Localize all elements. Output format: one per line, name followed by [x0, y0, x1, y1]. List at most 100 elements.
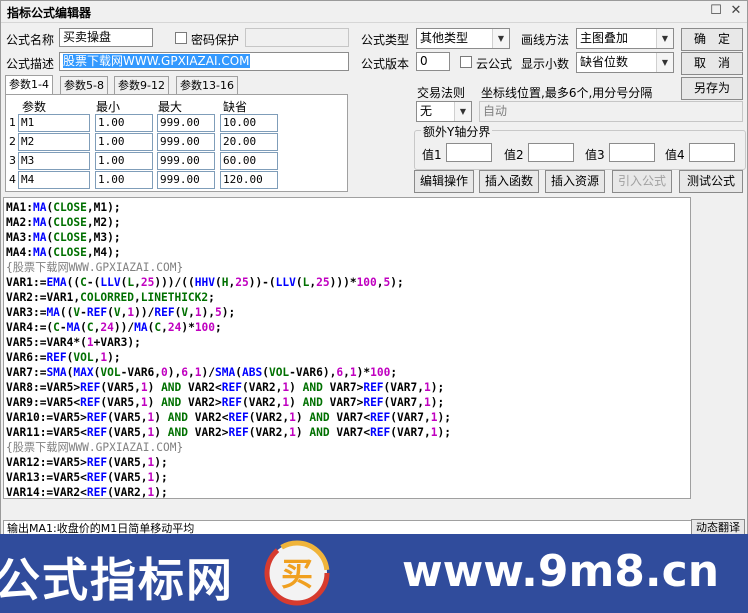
- insert-function-button[interactable]: 插入函数: [479, 170, 539, 193]
- axis-value-2-input[interactable]: [528, 143, 574, 162]
- param-name-input[interactable]: M3: [18, 152, 90, 170]
- code-line: VAR10:=VAR5>REF(VAR5,1) AND VAR2<REF(VAR…: [6, 411, 451, 424]
- chevron-down-icon: ▼: [656, 29, 673, 48]
- ok-button[interactable]: 确 定: [681, 28, 743, 51]
- params-header-default: 缺省: [223, 100, 248, 114]
- param-name-input[interactable]: M4: [18, 171, 90, 189]
- params-header-max: 最大: [158, 100, 183, 114]
- watermark-banner: 公式指标网 买 www.9m8.cn: [0, 534, 748, 613]
- coord-line-input[interactable]: 自动: [479, 101, 743, 122]
- restore-icon[interactable]: ☐: [708, 3, 724, 19]
- formula-desc-label: 公式描述: [6, 57, 55, 71]
- coord-line-label: 坐标线位置,最多6个,用分号分隔: [481, 86, 653, 100]
- code-line: MA3:MA(CLOSE,M3);: [6, 231, 121, 244]
- formula-type-value: 其他类型: [420, 31, 469, 45]
- param-row-number: 3: [9, 154, 16, 167]
- code-line: MA4:MA(CLOSE,M4);: [6, 246, 121, 259]
- cancel-button[interactable]: 取 消: [681, 52, 743, 75]
- param-def-input[interactable]: 60.00: [220, 152, 278, 170]
- formula-type-select[interactable]: 其他类型 ▼: [416, 28, 510, 49]
- tab-params-9-12[interactable]: 参数9-12: [114, 76, 169, 95]
- code-line: {股票下载网WWW.GPXIAZAI.COM}: [6, 441, 184, 454]
- cloud-formula-label: 云公式: [476, 57, 513, 71]
- param-row-number: 1: [9, 116, 16, 129]
- formula-desc-value: 股票下载网WWW.GPXIAZAI.COM: [63, 54, 250, 68]
- param-min-input[interactable]: 1.00: [95, 133, 153, 151]
- code-line: MA2:MA(CLOSE,M2);: [6, 216, 121, 229]
- formula-name-label: 公式名称: [6, 33, 55, 47]
- code-line: MA1:MA(CLOSE,M1);: [6, 201, 121, 214]
- password-checkbox[interactable]: [175, 32, 187, 44]
- axis-value-3-input[interactable]: [609, 143, 655, 162]
- test-formula-button[interactable]: 测试公式: [679, 170, 743, 193]
- param-min-input[interactable]: 1.00: [95, 114, 153, 132]
- param-min-input[interactable]: 1.00: [95, 152, 153, 170]
- formula-type-label: 公式类型: [361, 33, 410, 47]
- code-line: VAR14:=VAR2<REF(VAR2,1);: [6, 486, 168, 499]
- tab-params-5-8[interactable]: 参数5-8: [60, 76, 108, 95]
- param-row-number: 4: [9, 173, 16, 186]
- formula-version-input[interactable]: 0: [416, 52, 450, 71]
- param-min-input[interactable]: 1.00: [95, 171, 153, 189]
- code-line: VAR5:=VAR4*(1+VAR3);: [6, 336, 141, 349]
- axis-value-1-label: 值1: [422, 148, 442, 162]
- code-line: VAR11:=VAR5<REF(VAR5,1) AND VAR2>REF(VAR…: [6, 426, 451, 439]
- site-logo: 买: [264, 540, 330, 606]
- formula-version-label: 公式版本: [361, 57, 410, 71]
- code-line: {股票下载网WWW.GPXIAZAI.COM}: [6, 261, 184, 274]
- close-icon[interactable]: ✕: [728, 3, 744, 19]
- param-def-input[interactable]: 20.00: [220, 133, 278, 151]
- formula-name-input[interactable]: 买卖操盘: [59, 28, 153, 47]
- param-max-input[interactable]: 999.00: [157, 171, 215, 189]
- code-line: VAR4:=(C-MA(C,24))/MA(C,24)*100;: [6, 321, 222, 334]
- title-bar[interactable]: 指标公式编辑器 ☐ ✕: [1, 1, 747, 23]
- param-max-input[interactable]: 999.00: [157, 152, 215, 170]
- trade-rule-select[interactable]: 无 ▼: [416, 101, 472, 122]
- code-line: VAR3:=MA((V-REF(V,1))/REF(V,1),5);: [6, 306, 236, 319]
- trade-rule-label: 交易法则: [417, 86, 466, 100]
- chevron-down-icon: ▼: [656, 53, 673, 72]
- code-line: VAR13:=VAR5<REF(VAR5,1);: [6, 471, 168, 484]
- params-panel: 参数 最小 最大 缺省 1 M1 1.00 999.00 10.00 2 M2 1.00 999…: [5, 94, 348, 192]
- code-line: VAR9:=VAR5<REF(VAR5,1) AND VAR2>REF(VAR2…: [6, 396, 445, 409]
- param-row-number: 2: [9, 135, 16, 148]
- draw-method-select[interactable]: 主图叠加 ▼: [576, 28, 674, 49]
- code-line: VAR1:=EMA((C-(LLV(L,25)))/((HHV(H,25))-(…: [6, 276, 404, 289]
- insert-resource-button[interactable]: 插入资源: [545, 170, 605, 193]
- banner-right-text: www.9m8.cn: [402, 546, 720, 597]
- params-header-min: 最小: [96, 100, 121, 114]
- formula-desc-input[interactable]: 股票下载网WWW.GPXIAZAI.COM: [59, 52, 349, 71]
- param-max-input[interactable]: 999.00: [157, 133, 215, 151]
- tab-params-1-4[interactable]: 参数1-4: [5, 75, 53, 96]
- axis-value-4-input[interactable]: [689, 143, 735, 162]
- code-line: VAR12:=VAR5>REF(VAR5,1);: [6, 456, 168, 469]
- code-line: VAR7:=SMA(MAX(VOL-VAR6,0),6,1)/SMA(ABS(V…: [6, 366, 398, 379]
- extra-axis-title: 额外Y轴分界: [421, 123, 493, 140]
- save-as-button[interactable]: 另存为: [681, 77, 743, 100]
- axis-value-1-input[interactable]: [446, 143, 492, 162]
- decimal-select[interactable]: 缺省位数 ▼: [576, 52, 674, 73]
- tab-params-13-16[interactable]: 参数13-16: [176, 76, 238, 95]
- import-formula-button[interactable]: 引入公式: [612, 170, 672, 193]
- chevron-down-icon: ▼: [454, 102, 471, 121]
- param-name-input[interactable]: M2: [18, 133, 90, 151]
- param-name-input[interactable]: M1: [18, 114, 90, 132]
- code-editor[interactable]: MA1:MA(CLOSE,M1); MA2:MA(CLOSE,M2); MA3:MA…: [3, 197, 691, 499]
- param-def-input[interactable]: 10.00: [220, 114, 278, 132]
- formula-editor-window: 指标公式编辑器 ☐ ✕ 公式名称 买卖操盘 密码保护 公式类型 其他类型 ▼ 画…: [0, 0, 748, 613]
- edit-operation-button[interactable]: 编辑操作: [414, 170, 474, 193]
- password-label: 密码保护: [191, 33, 240, 47]
- params-header-name: 参数: [22, 100, 47, 114]
- banner-left-text: 公式指标网: [0, 553, 234, 607]
- chevron-down-icon: ▼: [492, 29, 509, 48]
- axis-value-3-label: 值3: [585, 148, 605, 162]
- password-input[interactable]: [245, 28, 349, 47]
- code-line: VAR6:=REF(VOL,1);: [6, 351, 121, 364]
- cloud-formula-checkbox[interactable]: [460, 56, 472, 68]
- param-max-input[interactable]: 999.00: [157, 114, 215, 132]
- param-def-input[interactable]: 120.00: [220, 171, 278, 189]
- code-line: VAR8:=VAR5>REF(VAR5,1) AND VAR2<REF(VAR2…: [6, 381, 445, 394]
- trade-rule-value: 无: [420, 104, 433, 118]
- draw-method-value: 主图叠加: [580, 31, 629, 45]
- draw-method-label: 画线方法: [521, 33, 570, 47]
